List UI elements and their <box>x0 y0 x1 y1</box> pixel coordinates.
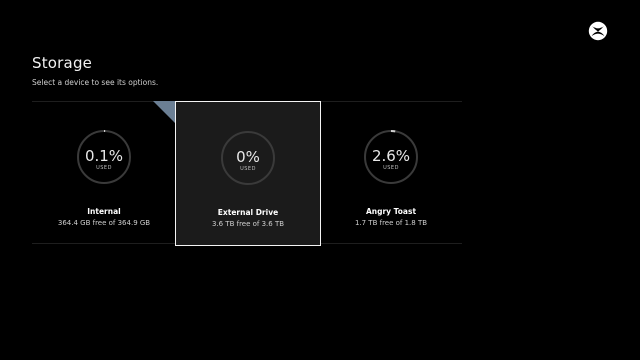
device-free-space: 3.6 TB free of 3.6 TB <box>211 220 285 228</box>
used-label: USED <box>240 166 256 172</box>
device-free-space: 1.7 TB free of 1.8 TB <box>354 219 428 227</box>
percent-used: 0.1% <box>84 147 124 165</box>
selection-flag-icon <box>153 101 175 123</box>
page-title: Storage <box>32 54 93 72</box>
device-free-space: 364.4 GB free of 364.9 GB <box>57 219 151 227</box>
device-name: Angry Toast <box>365 207 417 216</box>
storage-screen: Storage Select a device to see its optio… <box>0 0 640 360</box>
device-tile-angry-toast[interactable]: 2.6% USED Angry Toast 1.7 TB free of 1.8… <box>318 101 464 246</box>
used-label: USED <box>96 165 112 171</box>
device-name: Internal <box>87 207 121 216</box>
percent-used: 2.6% <box>371 147 411 165</box>
device-tile-external-drive[interactable]: 0% USED External Drive 3.6 TB free of 3.… <box>175 101 321 246</box>
percent-used: 0% <box>236 148 260 166</box>
page-subtitle: Select a device to see its options. <box>32 78 159 87</box>
used-label: USED <box>383 165 399 171</box>
xbox-logo-icon <box>588 21 608 41</box>
device-name: External Drive <box>217 208 279 217</box>
